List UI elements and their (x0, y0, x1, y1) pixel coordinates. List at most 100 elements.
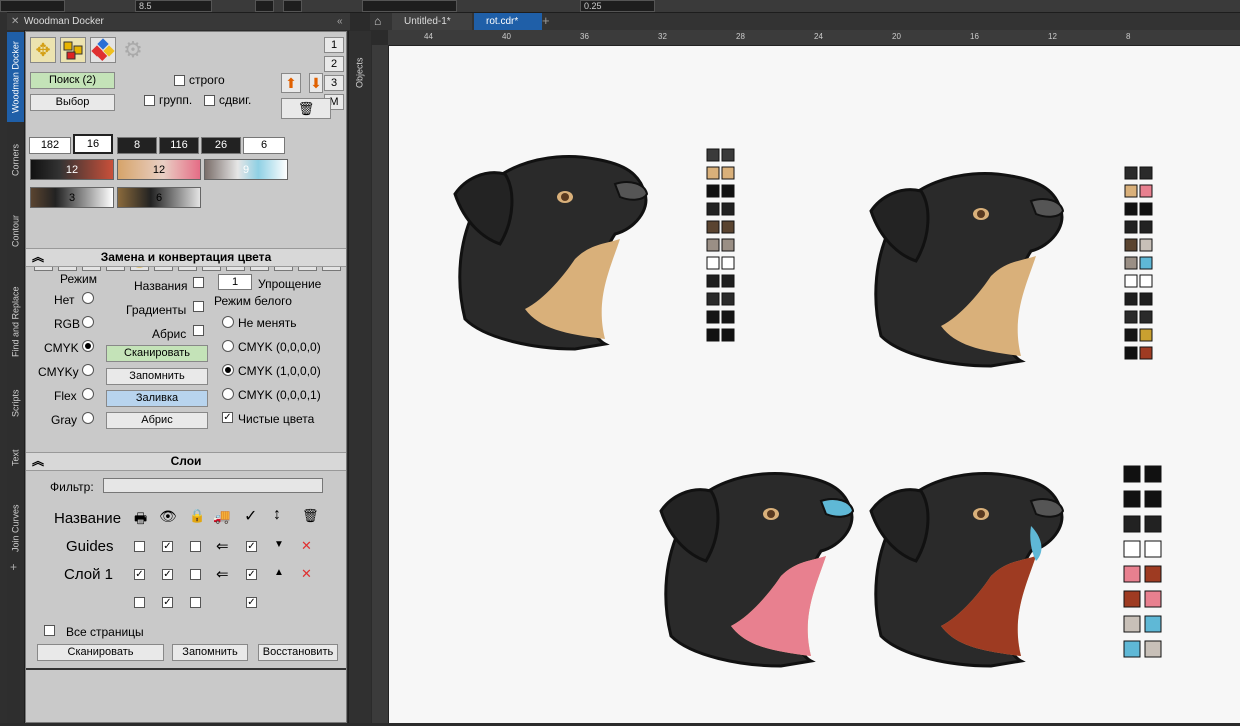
mode-radio-flex[interactable] (82, 388, 94, 400)
move-tool-icon[interactable]: ✥ (30, 37, 56, 63)
dog-illustration-pink[interactable] (659, 471, 855, 668)
simplify-input[interactable]: 1 (218, 274, 252, 290)
color-section-header[interactable]: ︽ Замена и конвертация цвета (26, 248, 346, 267)
page-button-1[interactable]: 1 (324, 37, 344, 53)
side-tab-contour[interactable]: Contour (7, 198, 24, 264)
layer-delete-button[interactable]: ✕ (301, 538, 312, 554)
move-down-icon[interactable]: ⬇ (309, 73, 323, 93)
mode-radio-none[interactable] (82, 292, 94, 304)
count-box-selected[interactable]: 16 (73, 134, 113, 154)
objects-tab[interactable]: Objects (351, 45, 368, 101)
toolbar-icon[interactable] (283, 0, 302, 12)
layer-print-checkbox[interactable] (134, 597, 145, 608)
filter-input[interactable] (103, 478, 323, 493)
dog-illustration-tan[interactable] (453, 154, 649, 351)
layers-section-header[interactable]: ︽ Слои (26, 452, 346, 471)
tab-rot[interactable]: rot.cdr* (474, 13, 542, 30)
gradient-swatch[interactable]: 9 (204, 159, 288, 180)
nodes-tool-icon[interactable] (60, 37, 86, 63)
layer-lock-checkbox[interactable] (190, 569, 201, 580)
all-pages-checkbox[interactable] (44, 625, 55, 636)
close-icon[interactable]: ✕ (11, 13, 19, 30)
layer-order-button[interactable]: ▲ (274, 567, 284, 578)
gradient-swatch[interactable]: 12 (30, 159, 114, 180)
layer-check-checkbox[interactable]: ✓ (246, 569, 257, 580)
page-button-3[interactable]: 3 (324, 75, 344, 91)
home-icon[interactable]: ⌂ (374, 14, 390, 29)
trash-icon[interactable]: 🗑 (281, 98, 331, 119)
count-box[interactable]: 6 (243, 137, 285, 154)
color-section-title: Замена и конвертация цвета (100, 250, 272, 264)
gradient-swatch[interactable]: 3 (30, 187, 114, 208)
collapse-icon[interactable]: « (337, 13, 343, 30)
count-box[interactable]: 182 (29, 137, 71, 154)
move-up-icon[interactable]: ⬆ (281, 73, 301, 93)
layer-lock-checkbox[interactable] (190, 597, 201, 608)
layer-delete-button[interactable]: ✕ (301, 566, 312, 582)
layer-visible-checkbox[interactable]: ✓ (162, 597, 173, 608)
add-tab-icon[interactable]: + (10, 560, 17, 574)
white-radio-cmyk-0001[interactable] (222, 388, 234, 400)
gradient-swatch[interactable]: 6 (117, 187, 201, 208)
side-tab-join-curves[interactable]: Join Curves (7, 490, 24, 566)
layer-print-checkbox[interactable] (134, 541, 145, 552)
remember-colors-button[interactable]: Запомнить (106, 368, 208, 385)
layer-visible-checkbox[interactable]: ✓ (162, 541, 173, 552)
scan-layers-button[interactable]: Сканировать (37, 644, 164, 661)
collapse-chevron-icon[interactable]: ︽ (32, 249, 44, 265)
names-checkbox[interactable] (193, 277, 204, 288)
mode-label-rgb: RGB (54, 317, 81, 331)
scan-colors-button[interactable]: Сканировать (106, 345, 208, 362)
drawing-canvas[interactable] (389, 46, 1240, 723)
strict-checkbox[interactable] (174, 75, 185, 86)
count-box[interactable]: 8 (117, 137, 157, 154)
layer-check-checkbox[interactable]: ✓ (246, 597, 257, 608)
gradients-checkbox[interactable] (193, 301, 204, 312)
mode-radio-cmyky[interactable] (82, 364, 94, 376)
outline-button[interactable]: Абрис (106, 412, 208, 429)
toolbar-icon[interactable] (255, 0, 274, 12)
side-tab-woodman[interactable]: Woodman Docker (7, 32, 24, 122)
page-button-2[interactable]: 2 (324, 56, 344, 72)
settings-gear-icon[interactable]: ⚙ (120, 37, 146, 63)
side-tab-text[interactable]: Text (7, 440, 24, 476)
mode-radio-gray[interactable] (82, 412, 94, 424)
tool-dropdown[interactable] (0, 0, 65, 12)
gradient-swatch[interactable]: 12 (117, 159, 201, 180)
dog-illustration-rust[interactable] (869, 471, 1065, 668)
new-tab-icon[interactable]: + (542, 13, 550, 28)
layer-lock-checkbox[interactable] (190, 541, 201, 552)
count-box[interactable]: 26 (201, 137, 241, 154)
side-tab-corners[interactable]: Corners (7, 130, 24, 190)
layer-order-button[interactable]: ▼ (274, 539, 284, 550)
side-tab-scripts[interactable]: Scripts (7, 378, 24, 428)
search-button[interactable]: Поиск (2) (30, 72, 115, 89)
remember-layers-button[interactable]: Запомнить (172, 644, 248, 661)
dog-illustration-tan-2[interactable] (869, 171, 1065, 368)
shift-checkbox[interactable] (204, 95, 215, 106)
select-button[interactable]: Выбор (30, 94, 115, 111)
tab-untitled[interactable]: Untitled-1* (392, 13, 472, 30)
colors-tool-icon[interactable] (90, 37, 116, 63)
white-radio-cmyk-1000[interactable] (222, 364, 234, 376)
size-field[interactable]: 8.5 (135, 0, 212, 12)
white-radio-cmyk-0000[interactable] (222, 340, 234, 352)
white-radio-none[interactable] (222, 316, 234, 328)
mode-radio-cmyk[interactable] (82, 340, 94, 352)
restore-layers-button[interactable]: Восстановить (258, 644, 338, 661)
layer-move-arrow[interactable]: ⇐ (216, 537, 229, 555)
mode-radio-rgb[interactable] (82, 316, 94, 328)
outline-checkbox[interactable] (193, 325, 204, 336)
pure-colors-checkbox[interactable]: ✓ (222, 412, 233, 423)
count-box[interactable]: 116 (159, 137, 199, 154)
fill-button[interactable]: Заливка (106, 390, 208, 407)
outline-width-field[interactable]: 0.25 (580, 0, 655, 12)
collapse-chevron-icon[interactable]: ︽ (32, 453, 44, 469)
layer-move-arrow[interactable]: ⇐ (216, 565, 229, 583)
layer-visible-checkbox[interactable]: ✓ (162, 569, 173, 580)
side-tab-find-replace[interactable]: Find and Replace (7, 272, 24, 372)
group-checkbox[interactable] (144, 95, 155, 106)
outline-style-dropdown[interactable] (362, 0, 457, 12)
layer-check-checkbox[interactable]: ✓ (246, 541, 257, 552)
layer-print-checkbox[interactable]: ✓ (134, 569, 145, 580)
